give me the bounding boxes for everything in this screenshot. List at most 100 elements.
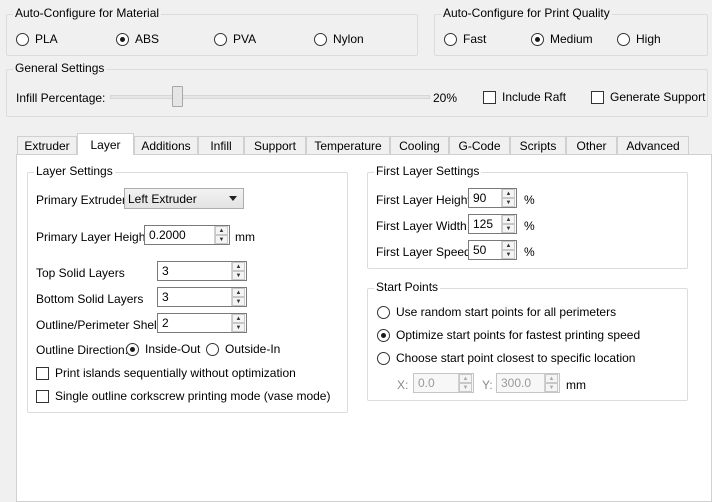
material-radio-pva[interactable]: PVA (214, 32, 256, 46)
spin-up-icon[interactable]: ▲ (502, 241, 515, 250)
radio-indicator (531, 32, 544, 46)
print-islands-checkbox[interactable]: Print islands sequentially without optim… (36, 366, 296, 380)
radio-indicator (206, 342, 219, 356)
spin-down-icon[interactable]: ▼ (215, 235, 228, 244)
start-points-group: Start Points Use random start points for… (367, 280, 688, 401)
spin-down-icon[interactable]: ▼ (502, 224, 515, 233)
layer-tab-panel: Layer Settings Primary Extruder Left Ext… (16, 154, 712, 502)
radio-indicator (214, 32, 227, 46)
radio-indicator (444, 32, 457, 46)
first-layer-width-input[interactable]: 125 ▲ ▼ (468, 214, 517, 234)
radio-indicator (126, 342, 139, 356)
spin-down-icon[interactable]: ▼ (502, 198, 515, 207)
material-radio-abs[interactable]: ABS (116, 32, 159, 46)
material-radio-nylon[interactable]: Nylon (314, 32, 364, 46)
spin-down-icon[interactable]: ▼ (502, 250, 515, 259)
checkbox-box (483, 90, 496, 104)
bottom-solid-layers-input[interactable]: 3 ▲ ▼ (157, 287, 247, 307)
top-solid-layers-label: Top Solid Layers (36, 266, 125, 280)
spin-up-icon[interactable]: ▲ (232, 314, 245, 323)
infill-slider-thumb[interactable] (171, 86, 183, 107)
tab-extruder[interactable]: Extruder (17, 136, 77, 155)
primary-layer-height-input[interactable]: 0.2000 ▲ ▼ (144, 225, 230, 245)
bottom-solid-layers-label: Bottom Solid Layers (36, 292, 144, 306)
infill-percentage-value: 20% (433, 91, 458, 105)
first-layer-settings-title: First Layer Settings (374, 164, 482, 178)
start-point-unit: mm (566, 378, 586, 392)
outline-direction-inside-out[interactable]: Inside-Out (126, 342, 200, 356)
start-point-y-label: Y: (482, 378, 493, 392)
quality-radio-medium[interactable]: Medium (531, 32, 593, 46)
spin-up-icon[interactable]: ▲ (215, 226, 228, 235)
start-points-optimize-radio[interactable]: Optimize start points for fastest printi… (377, 328, 640, 342)
infill-slider-track[interactable] (110, 95, 430, 99)
outline-direction-outside-in[interactable]: Outside-In (206, 342, 280, 356)
tab-infill[interactable]: Infill (198, 136, 244, 155)
tab-support[interactable]: Support (244, 136, 306, 155)
spin-down-icon[interactable]: ▼ (232, 297, 245, 306)
radio-indicator (377, 351, 390, 365)
material-radio-pla[interactable]: PLA (16, 32, 58, 46)
material-group-title: Auto-Configure for Material (13, 6, 162, 20)
primary-layer-height-label: Primary Layer Height (36, 230, 149, 244)
tab-cooling[interactable]: Cooling (390, 136, 449, 155)
first-layer-width-label: First Layer Width (376, 219, 467, 233)
radio-indicator (314, 32, 327, 46)
spin-up-icon[interactable]: ▲ (545, 374, 558, 383)
vase-mode-checkbox[interactable]: Single outline corkscrew printing mode (… (36, 389, 330, 403)
start-point-x-input[interactable]: 0.0 ▲ ▼ (413, 373, 474, 393)
start-points-closest-radio[interactable]: Choose start point closest to specific l… (377, 351, 635, 365)
spin-down-icon[interactable]: ▼ (232, 323, 245, 332)
radio-indicator (116, 32, 129, 46)
infill-percentage-label: Infill Percentage: (16, 91, 106, 105)
first-layer-height-unit: % (524, 193, 535, 207)
first-layer-width-unit: % (524, 219, 535, 233)
primary-layer-height-unit: mm (235, 230, 255, 244)
tab-scripts[interactable]: Scripts (510, 136, 566, 155)
outline-shells-label: Outline/Perimeter Shells (36, 318, 166, 332)
tab-layer[interactable]: Layer (77, 133, 134, 155)
spin-down-icon[interactable]: ▼ (545, 383, 558, 392)
radio-indicator (377, 305, 390, 319)
start-point-x-label: X: (397, 378, 409, 392)
outline-direction-label: Outline Direction: (36, 343, 129, 357)
radio-indicator (617, 32, 630, 46)
radio-indicator (16, 32, 29, 46)
checkbox-box (591, 90, 604, 104)
start-point-y-input[interactable]: 300.0 ▲ ▼ (496, 373, 560, 393)
spin-down-icon[interactable]: ▼ (459, 383, 472, 392)
spin-up-icon[interactable]: ▲ (232, 262, 245, 271)
tab-additions[interactable]: Additions (134, 136, 198, 155)
include-raft-checkbox[interactable]: Include Raft (483, 90, 566, 104)
outline-shells-input[interactable]: 2 ▲ ▼ (157, 313, 247, 333)
generate-support-checkbox[interactable]: Generate Support (591, 90, 705, 104)
first-layer-height-input[interactable]: 90 ▲ ▼ (468, 188, 517, 208)
first-layer-height-label: First Layer Height (376, 193, 471, 207)
checkbox-box (36, 366, 49, 380)
chevron-down-icon (229, 196, 237, 201)
first-layer-settings-group: First Layer Settings First Layer Height … (367, 164, 688, 269)
start-points-random-radio[interactable]: Use random start points for all perimete… (377, 305, 616, 319)
spin-up-icon[interactable]: ▲ (502, 215, 515, 224)
primary-extruder-select[interactable]: Left Extruder (124, 188, 244, 209)
quality-radio-high[interactable]: High (617, 32, 661, 46)
tab-temperature[interactable]: Temperature (306, 136, 390, 155)
spin-up-icon[interactable]: ▲ (459, 374, 472, 383)
quality-group: Auto-Configure for Print Quality Fast Me… (434, 6, 708, 56)
spin-up-icon[interactable]: ▲ (232, 288, 245, 297)
spin-up-icon[interactable]: ▲ (502, 189, 515, 198)
first-layer-speed-label: First Layer Speed (376, 245, 471, 259)
checkbox-box (36, 389, 49, 403)
primary-extruder-label: Primary Extruder (36, 193, 127, 207)
layer-settings-title: Layer Settings (34, 164, 115, 178)
top-solid-layers-input[interactable]: 3 ▲ ▼ (157, 261, 247, 281)
quality-radio-fast[interactable]: Fast (444, 32, 486, 46)
tab-gcode[interactable]: G-Code (449, 136, 510, 155)
tab-advanced[interactable]: Advanced (617, 136, 689, 155)
radio-indicator (377, 328, 390, 342)
general-settings-group: General Settings Infill Percentage: 20% … (6, 61, 708, 117)
first-layer-speed-input[interactable]: 50 ▲ ▼ (468, 240, 517, 260)
spin-down-icon[interactable]: ▼ (232, 271, 245, 280)
tab-other[interactable]: Other (566, 136, 617, 155)
material-group: Auto-Configure for Material PLA ABS PVA … (6, 6, 418, 56)
